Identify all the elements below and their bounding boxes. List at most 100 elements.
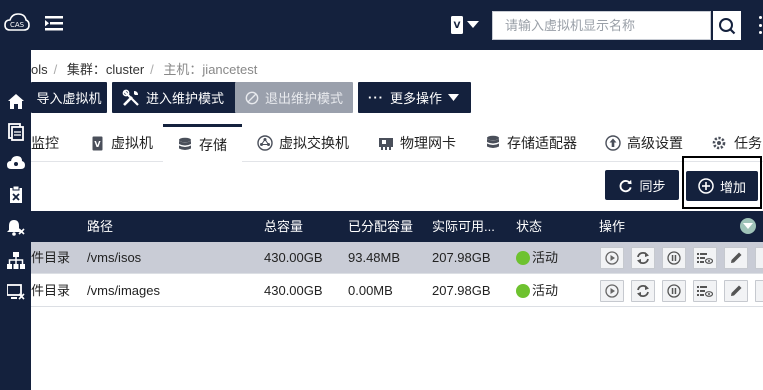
network-topology-icon[interactable] [7, 251, 25, 269]
tab-advanced-settings[interactable]: 高级设置 [605, 124, 683, 162]
tab-label: 高级设置 [627, 135, 683, 151]
status-dot-icon [516, 250, 530, 265]
refresh-button[interactable] [631, 247, 655, 269]
more-actions-button[interactable]: ··· 更多操作 [358, 82, 471, 113]
more-menu-icon[interactable] [757, 16, 763, 34]
tab-storage[interactable]: 存储 [163, 124, 242, 162]
play-icon [605, 251, 619, 265]
home-icon[interactable] [7, 92, 25, 110]
cell-allocated: 0.00MB [348, 283, 393, 298]
alarm-clear-icon[interactable] [7, 218, 25, 236]
enter-maintenance-label: 进入维护模式 [146, 91, 225, 106]
add-button-highlight: 增加 [682, 156, 762, 209]
col-allocated[interactable]: 已分配容量 [348, 211, 413, 242]
tab-physical-nic[interactable]: 物理网卡 [378, 124, 456, 162]
breadcrumb-item[interactable]: ols [31, 62, 48, 77]
edit-button[interactable] [724, 280, 748, 302]
clipboard-remove-icon[interactable] [7, 186, 25, 204]
tools-icon [122, 89, 139, 106]
cell-total: 430.00GB [264, 250, 323, 265]
edit-button[interactable] [724, 247, 748, 269]
cell-status: 活动 [516, 242, 558, 274]
status-dot-icon [516, 283, 530, 298]
table-header: 路径 总容量 已分配容量 实际可用... 状态 操作 [31, 211, 763, 242]
play-icon [605, 284, 619, 298]
tab-bar: 监控 V 虚拟机 存储 虚拟交换机 物理网卡 存储适配器 高级设置 任务 [31, 124, 763, 162]
cell-allocated: 93.48MB [348, 250, 401, 265]
caret-down-icon [448, 93, 460, 101]
breadcrumb-item-host: 主机：jiancetest [163, 62, 258, 77]
tab-monitor[interactable]: 监控 [31, 124, 59, 162]
tab-label: 虚拟机 [111, 135, 153, 151]
breadcrumb-item-cluster[interactable]: 集群：cluster [67, 62, 144, 77]
sidebar [0, 50, 31, 390]
more-ops-button[interactable] [755, 247, 763, 269]
table-row[interactable]: 件目录 /vms/images 430.00GB 0.00MB 207.98GB… [31, 275, 763, 307]
ellipsis-icon: ··· [368, 90, 384, 105]
tab-vswitch[interactable]: 虚拟交换机 [257, 124, 349, 162]
cell-total: 430.00GB [264, 283, 323, 298]
view-details-button[interactable] [693, 247, 717, 269]
column-toggle-icon[interactable] [740, 218, 756, 234]
cloud-icon[interactable] [7, 154, 25, 172]
vswitch-icon [257, 135, 273, 151]
sync-label: 同步 [639, 178, 666, 194]
documents-icon[interactable] [7, 123, 25, 141]
menu-toggle-icon[interactable] [45, 16, 63, 31]
view-details-button[interactable] [693, 280, 717, 302]
list-view-icon [697, 286, 713, 297]
monitor-remove-icon[interactable] [7, 283, 25, 301]
tab-label: 任务 [734, 135, 762, 151]
pause-button[interactable] [662, 247, 686, 269]
vm-icon: V [451, 16, 463, 34]
caret-down-icon [467, 21, 479, 28]
pencil-icon [731, 252, 742, 263]
pause-button[interactable] [662, 280, 686, 302]
pause-icon [667, 251, 681, 265]
cell-available: 207.98GB [432, 283, 491, 298]
cas-logo-icon[interactable]: CAS [4, 12, 30, 34]
tab-vms[interactable]: V 虚拟机 [89, 124, 153, 162]
search-icon [719, 17, 736, 34]
tab-storage-adapter[interactable]: 存储适配器 [485, 124, 577, 162]
cell-path: /vms/isos [87, 250, 142, 265]
col-status[interactable]: 状态 [516, 211, 542, 242]
col-available[interactable]: 实际可用... [432, 211, 495, 242]
gears-icon [712, 135, 728, 151]
refresh-icon [620, 179, 633, 192]
cell-available: 207.98GB [432, 250, 491, 265]
vm-type-dropdown[interactable]: V [450, 14, 480, 36]
col-total[interactable]: 总容量 [264, 211, 303, 242]
list-view-icon [697, 253, 713, 264]
pause-icon [667, 284, 681, 298]
search-button[interactable] [713, 11, 741, 40]
sync-icon [637, 252, 649, 264]
cell-type: 件目录 [31, 283, 71, 298]
nic-icon [378, 135, 394, 151]
status-text: 活动 [532, 283, 559, 298]
exit-maintenance-label: 退出维护模式 [264, 91, 343, 106]
refresh-button[interactable] [631, 280, 655, 302]
search-input[interactable] [492, 11, 711, 40]
exit-maintenance-button[interactable]: 退出维护模式 [235, 82, 353, 113]
sync-button[interactable]: 同步 [605, 170, 679, 200]
add-label: 增加 [719, 179, 746, 195]
col-path[interactable]: 路径 [87, 211, 113, 242]
col-operations: 操作 [599, 219, 626, 234]
more-ops-button[interactable] [755, 280, 763, 302]
breadcrumb: ols / 集群：cluster / 主机：jiancetest [31, 62, 258, 77]
top-bar: CAS V [0, 0, 763, 50]
import-vm-button[interactable]: 导入虚拟机 [31, 82, 107, 113]
database-icon [485, 135, 501, 151]
tab-label: 存储适配器 [507, 135, 577, 151]
svg-text:CAS: CAS [10, 21, 25, 29]
start-button[interactable] [600, 247, 624, 269]
start-button[interactable] [600, 280, 624, 302]
svg-text:V: V [454, 21, 461, 31]
cell-type: 件目录 [31, 250, 71, 265]
ban-icon [245, 91, 259, 104]
add-button[interactable]: 增加 [686, 171, 758, 201]
table-row[interactable]: 件目录 /vms/isos 430.00GB 93.48MB 207.98GB … [31, 242, 763, 274]
vm-icon: V [89, 135, 105, 151]
status-text: 活动 [532, 250, 559, 265]
